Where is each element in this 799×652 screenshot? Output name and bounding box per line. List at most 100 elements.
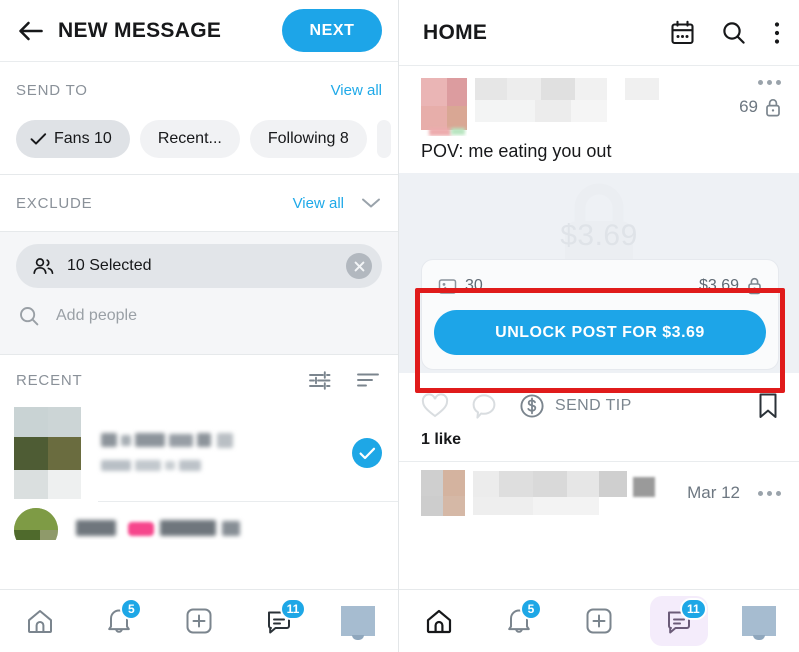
chip-recent[interactable]: Recent... — [139, 120, 240, 158]
recent-tools — [307, 369, 380, 392]
calendar-icon[interactable] — [670, 20, 695, 46]
selected-people-pill[interactable]: 10 Selected — [16, 244, 382, 288]
nav-home[interactable] — [410, 596, 468, 646]
send-to-section-header: SEND TO View all — [0, 62, 398, 118]
post-header-right: 69 — [739, 78, 781, 117]
image-icon — [438, 278, 457, 295]
page-title: NEW MESSAGE — [58, 18, 222, 42]
right-bottom-nav: 5 11 — [399, 589, 799, 652]
recent-list-item[interactable] — [0, 405, 398, 501]
send-to-chips: Fans 10 Recent... Following 8 — [0, 118, 398, 174]
recent-item-meta — [101, 432, 352, 474]
chip-overflow-partial[interactable] — [376, 120, 391, 158]
bow-emoji — [128, 522, 154, 536]
nav-messages[interactable]: 11 — [250, 596, 308, 646]
send-tip-button[interactable]: SEND TIP — [519, 393, 632, 419]
check-icon — [30, 132, 47, 146]
recent-item-handle-redacted — [101, 460, 131, 471]
post-caption: POV: me eating you out — [421, 141, 612, 161]
send-tip-label: SEND TIP — [555, 397, 632, 415]
chip-following[interactable]: Following 8 — [249, 120, 367, 158]
selected-count-label: 10 Selected — [67, 257, 152, 274]
recent-item-thumbnail — [14, 407, 81, 499]
recent-section-header: RECENT — [0, 355, 398, 405]
search-icon — [18, 305, 40, 327]
avatar-icon — [341, 606, 376, 640]
add-people-placeholder: Add people — [56, 307, 137, 324]
new-message-header: NEW MESSAGE NEXT — [0, 0, 398, 62]
nav-notifications[interactable]: 5 — [490, 596, 548, 646]
tune-icon[interactable] — [307, 369, 332, 392]
nav-new-post[interactable] — [170, 596, 228, 646]
new-message-panel: NEW MESSAGE NEXT SEND TO View all Fans 1… — [0, 0, 399, 652]
search-icon[interactable] — [721, 20, 747, 46]
home-header: HOME — [399, 0, 799, 66]
nav-new-post[interactable] — [570, 596, 628, 646]
next-button[interactable]: NEXT — [282, 9, 382, 52]
bookmark-icon[interactable] — [757, 392, 779, 420]
comment-icon[interactable] — [471, 393, 497, 420]
lock-icon — [747, 277, 762, 295]
recent-item-name-redacted — [101, 433, 117, 447]
heart-icon[interactable] — [421, 393, 449, 419]
next-post-avatar-redacted — [421, 470, 465, 517]
nav-messages-badge: 11 — [680, 598, 707, 620]
nav-home[interactable] — [11, 596, 69, 646]
unlock-post-button[interactable]: UNLOCK POST FOR $3.69 — [434, 310, 766, 356]
chevron-down-icon[interactable] — [360, 192, 382, 214]
post-likes: 1 like — [399, 425, 799, 461]
post-author-name-redacted — [475, 78, 739, 136]
home-header-actions — [670, 20, 781, 46]
add-people-search[interactable]: Add people — [16, 292, 382, 340]
send-to-view-all-link[interactable]: View all — [331, 82, 382, 99]
home-title: HOME — [423, 20, 488, 44]
more-vertical-icon[interactable] — [773, 20, 781, 46]
recent-item-selected-check[interactable] — [352, 438, 382, 468]
exclude-section-header: EXCLUDE View all — [0, 175, 398, 231]
next-post-name-redacted — [473, 471, 687, 516]
locked-post-area: $3.69 30 $3.69 UNLOCK POST FOR $3.69 — [399, 173, 799, 374]
recent-item-name-redacted — [76, 520, 116, 536]
nav-notifications-badge: 5 — [120, 598, 143, 620]
people-icon — [32, 257, 55, 276]
dollar-circle-icon — [519, 393, 545, 419]
price-group: $3.69 — [699, 277, 762, 295]
nav-messages-badge: 11 — [279, 598, 307, 620]
sort-icon[interactable] — [356, 371, 380, 389]
avatar-icon — [742, 606, 776, 640]
exclude-view-all-link[interactable]: View all — [293, 195, 344, 212]
nav-notifications-badge: 5 — [520, 598, 542, 620]
chip-fans[interactable]: Fans 10 — [16, 120, 130, 158]
media-count-group: 30 — [438, 277, 483, 295]
likes-count-label: 1 like — [421, 431, 462, 449]
left-bottom-nav: 5 11 — [0, 589, 398, 652]
chip-recent-label: Recent... — [157, 130, 222, 147]
nav-profile[interactable] — [730, 596, 788, 646]
lock-watermark-price: $3.69 — [560, 219, 638, 253]
post-price-value: $3.69 — [698, 277, 739, 295]
exclude-label: EXCLUDE — [16, 194, 93, 212]
more-horizontal-icon[interactable] — [758, 490, 781, 496]
app-screenshot: NEW MESSAGE NEXT SEND TO View all Fans 1… — [0, 0, 799, 652]
close-circle-icon[interactable] — [346, 253, 372, 279]
send-to-label: SEND TO — [16, 81, 88, 99]
chip-following-label: Following 8 — [267, 130, 349, 147]
nav-notifications[interactable]: 5 — [90, 596, 148, 646]
unlock-card-top: 30 $3.69 — [434, 270, 766, 300]
lock-icon — [765, 98, 781, 117]
back-arrow-icon[interactable] — [14, 14, 48, 48]
unlock-card: 30 $3.69 UNLOCK POST FOR $3.69 — [421, 259, 779, 371]
chip-fans-label: Fans 10 — [54, 130, 112, 147]
post-media-count: 69 — [739, 97, 781, 117]
more-horizontal-icon[interactable] — [739, 80, 781, 85]
home-feed-panel: HOME 69 POV: me eating you out $3.69 30 … — [399, 0, 799, 652]
nav-messages[interactable]: 11 — [650, 596, 708, 646]
post-author-avatar-redacted[interactable] — [421, 78, 467, 136]
recent-label: RECENT — [16, 371, 83, 389]
post-header: 69 — [399, 66, 799, 136]
exclude-body: 10 Selected Add people — [0, 232, 398, 354]
next-post-header[interactable]: Mar 12 — [399, 462, 799, 517]
nav-profile[interactable] — [329, 596, 387, 646]
media-count-value: 30 — [465, 277, 483, 295]
recent-list-item[interactable] — [0, 502, 398, 540]
